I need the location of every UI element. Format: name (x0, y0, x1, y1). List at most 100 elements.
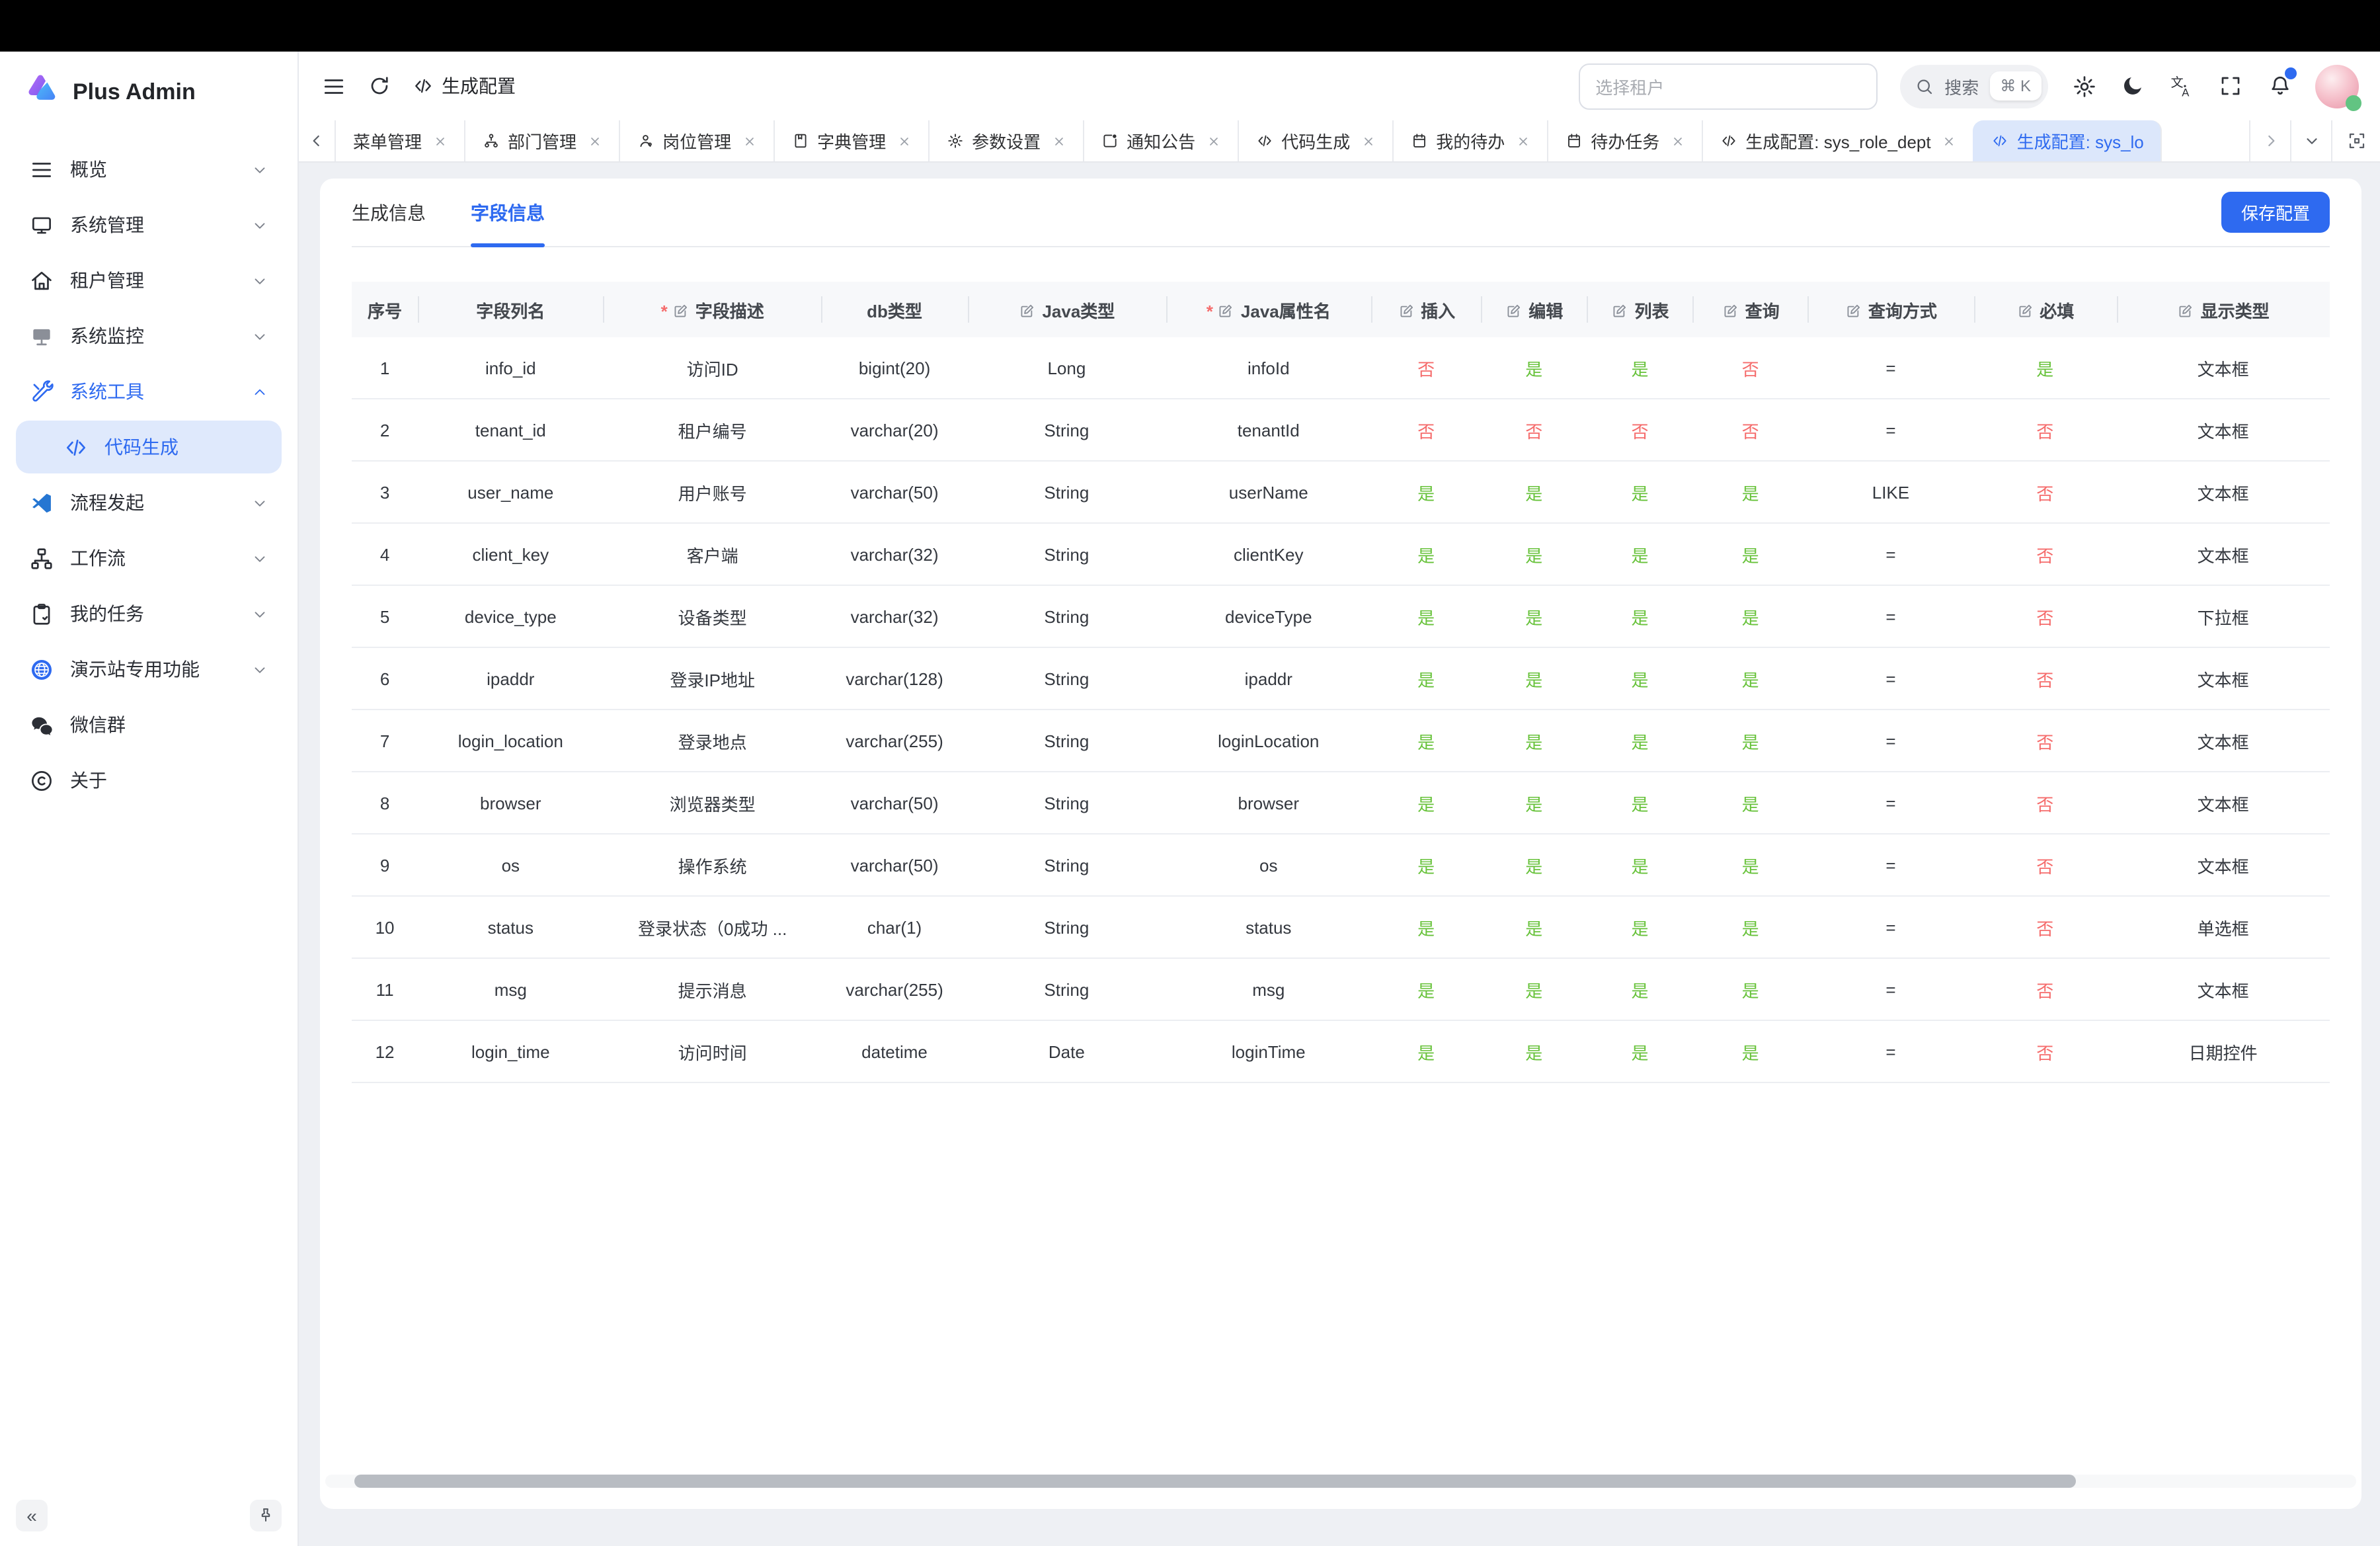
card-tabs: 生成信息字段信息 保存配置 (352, 179, 2330, 247)
cell: 是 (1587, 585, 1692, 647)
tab-notice[interactable]: 通知公告 (1083, 120, 1238, 161)
tenant-select-input[interactable]: 选择租户 (1578, 63, 1877, 109)
edit-icon[interactable] (1505, 302, 1522, 319)
sidebar-item-overview[interactable]: 概览 (16, 143, 282, 196)
system-top-bar (0, 0, 2380, 52)
sidebar-item-tenant-management[interactable]: 租户管理 (16, 254, 282, 307)
cell: = (1808, 710, 1973, 772)
horizontal-scrollbar-thumb[interactable] (354, 1475, 2076, 1488)
close-icon[interactable] (1943, 134, 1956, 147)
cell: varchar(32) (822, 585, 967, 647)
tab-dept-mgmt[interactable]: 部门管理 (464, 120, 619, 161)
close-icon[interactable] (1517, 134, 1530, 147)
refresh-icon[interactable] (366, 73, 393, 99)
column-header-3[interactable]: *字段描述 (603, 282, 821, 337)
close-icon[interactable] (1671, 134, 1685, 147)
close-icon[interactable] (1362, 134, 1375, 147)
tab-field-info[interactable]: 字段信息 (471, 179, 545, 246)
edit-icon[interactable] (1722, 302, 1739, 319)
column-header-7[interactable]: 插入 (1371, 282, 1481, 337)
edit-icon[interactable] (2177, 302, 2194, 319)
sidebar-item-my-tasks[interactable]: 我的任务 (16, 587, 282, 640)
app-title: Plus Admin (73, 79, 196, 106)
dark-mode-moon-icon[interactable] (2120, 73, 2146, 99)
cell: 是 (1693, 1020, 1808, 1082)
gear-icon[interactable] (2071, 73, 2097, 99)
column-header-12[interactable]: 必填 (1973, 282, 2116, 337)
tabs-scroll-left-icon[interactable] (299, 120, 335, 161)
sidebar-item-code-generation[interactable]: 代码生成 (16, 421, 282, 473)
todo-icon (1566, 132, 1583, 149)
sidebar-item-system-management[interactable]: 系统管理 (16, 198, 282, 251)
edit-icon[interactable] (1844, 302, 1862, 319)
edit-icon[interactable] (1217, 302, 1234, 319)
column-label: 编辑 (1528, 301, 1563, 321)
cell: String (967, 585, 1166, 647)
cell: 是 (1587, 710, 1692, 772)
close-icon[interactable] (743, 134, 756, 147)
edit-icon[interactable] (672, 302, 689, 319)
edit-icon[interactable] (2016, 302, 2033, 319)
user-avatar[interactable] (2315, 64, 2359, 108)
fullscreen-icon[interactable] (2217, 73, 2244, 99)
tab-code-gen[interactable]: 代码生成 (1238, 120, 1392, 161)
column-label: Java类型 (1042, 301, 1115, 321)
notifications-bell-icon[interactable] (2266, 73, 2293, 99)
sidebar-item-demo-features[interactable]: 演示站专用功能 (16, 643, 282, 696)
maximize-content-icon[interactable] (2332, 120, 2380, 161)
sidebar-item-wechat-group[interactable]: 微信群 (16, 698, 282, 751)
column-header-6[interactable]: *Java属性名 (1166, 282, 1371, 337)
close-icon[interactable] (898, 134, 911, 147)
close-icon[interactable] (1207, 134, 1220, 147)
close-icon[interactable] (434, 134, 447, 147)
edit-icon[interactable] (1610, 302, 1628, 319)
tabs-dropdown-chevron-icon[interactable] (2291, 120, 2332, 161)
edit-icon[interactable] (1018, 302, 1035, 319)
cell: varchar(255) (822, 958, 967, 1020)
tab-gen-info[interactable]: 生成信息 (352, 179, 426, 246)
cell: 否 (1371, 337, 1481, 399)
column-header-10[interactable]: 查询 (1693, 282, 1808, 337)
global-search-button[interactable]: 搜索 ⌘ K (1899, 64, 2048, 108)
tab-todo-tasks[interactable]: 待办任务 (1547, 120, 1702, 161)
column-header-11[interactable]: 查询方式 (1808, 282, 1973, 337)
column-header-9[interactable]: 列表 (1587, 282, 1692, 337)
close-icon[interactable] (588, 134, 602, 147)
chevron-up-icon (251, 383, 268, 400)
tab-gen-config-sys-lo[interactable]: 生成配置: sys_lo (1973, 120, 2162, 161)
column-header-8[interactable]: 编辑 (1481, 282, 1587, 337)
tab-menu-mgmt[interactable]: 菜单管理 (335, 120, 464, 161)
cell: info_id (418, 337, 603, 399)
close-icon[interactable] (1052, 134, 1066, 147)
sidebar-item-system-tools[interactable]: 系统工具 (16, 365, 282, 418)
code-icon (63, 434, 89, 460)
tab-my-todo[interactable]: 我的待办 (1392, 120, 1547, 161)
sidebar: Plus Admin 概览 系统管理 租户管理 系统监控 系统工具 代码生成 流… (0, 52, 299, 1546)
pin-sidebar-button[interactable] (250, 1500, 282, 1531)
column-header-5[interactable]: Java类型 (967, 282, 1166, 337)
save-config-button[interactable]: 保存配置 (2221, 192, 2330, 233)
edit-icon[interactable] (1397, 302, 1414, 319)
cell: = (1808, 896, 1973, 958)
cell: login_location (418, 710, 603, 772)
cell: 10 (352, 896, 418, 958)
tabs-scroll-right-icon[interactable] (2250, 120, 2291, 161)
sidebar-item-about[interactable]: 关于 (16, 754, 282, 807)
column-header-13[interactable]: 显示类型 (2116, 282, 2330, 337)
sidebar-item-workflow[interactable]: 工作流 (16, 532, 282, 585)
language-translate-icon[interactable]: 文A (2168, 73, 2195, 99)
hamburger-menu-icon[interactable] (320, 73, 346, 99)
tab-param-settings[interactable]: 参数设置 (928, 120, 1083, 161)
tab-dict-mgmt[interactable]: 字典管理 (774, 120, 928, 161)
tab-post-mgmt[interactable]: 岗位管理 (619, 120, 774, 161)
cell: 否 (1973, 647, 2116, 710)
tab-gen-config-sys-role-dept[interactable]: 生成配置: sys_role_dept (1702, 120, 1973, 161)
collapse-sidebar-button[interactable]: « (16, 1500, 48, 1531)
sidebar-item-system-monitor[interactable]: 系统监控 (16, 309, 282, 362)
cell: = (1808, 958, 1973, 1020)
cell: tenant_id (418, 399, 603, 461)
cell: 文本框 (2116, 834, 2330, 896)
cell: 文本框 (2116, 710, 2330, 772)
sidebar-item-process-start[interactable]: 流程发起 (16, 476, 282, 529)
column-header-1: 序号 (352, 282, 418, 337)
